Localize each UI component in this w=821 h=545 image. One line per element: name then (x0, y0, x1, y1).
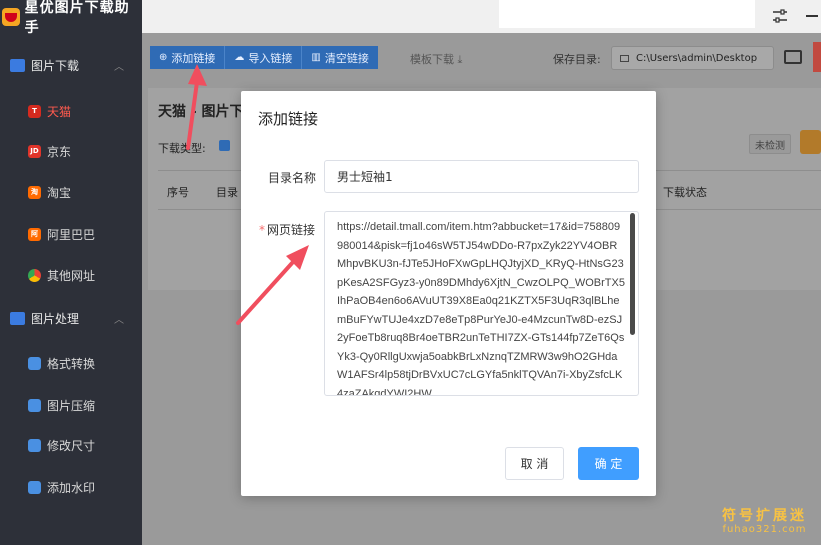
template-download-link[interactable]: 模板下载 ⤓ (410, 51, 462, 67)
clear-link-button[interactable]: ▥ 清空链接 (302, 46, 378, 69)
url-textarea[interactable]: https://detail.tmall.com/item.htm?abbuck… (324, 211, 639, 396)
dir-name-label: 目录名称 (268, 171, 317, 185)
add-link-label: 添加链接 (171, 51, 216, 65)
site-watermark: 符号扩展迷 fuhao321.com (722, 505, 807, 535)
folder-open-icon[interactable] (784, 50, 802, 64)
taobao-icon: 淘 (28, 185, 41, 199)
jd-icon: JD (28, 144, 41, 158)
tmall-icon: T (28, 104, 41, 118)
required-mark: * (259, 223, 265, 237)
status-badge: 未检测 (749, 134, 791, 154)
clear-link-label: 清空链接 (324, 51, 369, 65)
sidebar-item-label: 淘宝 (47, 185, 72, 200)
sidebar-item-label: 其他网址 (47, 268, 96, 283)
dir-name-input[interactable]: 男士短袖1 (324, 160, 639, 193)
confirm-button[interactable]: 确 定 (578, 447, 639, 480)
url-label: * 网页链接 (259, 221, 315, 238)
download-type-checkbox[interactable] (219, 140, 230, 151)
sidebar-item-label: 天猫 (47, 104, 72, 119)
nav-group-label: 图片下载 (31, 58, 80, 73)
watermark-icon (28, 480, 41, 494)
chevron-up-icon: ︿ (114, 314, 124, 326)
sidebar-item-label: 修改尺寸 (47, 438, 96, 453)
save-dir-value: C:\Users\admin\Desktop (636, 52, 758, 64)
watermark-en: fuhao321.com (722, 524, 807, 535)
sidebar-item-label: 添加水印 (47, 480, 96, 495)
add-link-dialog: 添加链接 目录名称 男士短袖1 * 网页链接 https://detail.tma… (241, 91, 656, 496)
sidebar-item-other-url[interactable]: 其他网址 (0, 262, 142, 288)
save-dir-field[interactable]: C:\Users\admin\Desktop (611, 46, 774, 70)
image-download-icon (10, 58, 25, 72)
cancel-button[interactable]: 取 消 (505, 447, 564, 480)
sidebar-item-alibaba[interactable]: 阿 阿里巴巴 (0, 221, 142, 247)
cloud-upload-icon: ☁ (234, 52, 245, 63)
import-link-button[interactable]: ☁ 导入链接 (225, 46, 303, 69)
template-download-label: 模板下载 (410, 53, 454, 66)
image-process-icon (10, 311, 25, 325)
add-link-button[interactable]: ⊕ 添加链接 (150, 46, 226, 69)
sidebar-item-format-convert[interactable]: 格式转换 (0, 350, 142, 376)
sidebar-item-label: 格式转换 (47, 356, 96, 371)
sidebar: 星优图片下载助手 图片下载 ︿ T 天猫 JD 京东 淘 淘宝 阿 阿里巴巴 其… (0, 0, 142, 545)
import-link-label: 导入链接 (248, 51, 293, 65)
dialog-title: 添加链接 (258, 110, 319, 128)
sidebar-item-label: 图片压缩 (47, 398, 96, 413)
sidebar-item-jd[interactable]: JD 京东 (0, 138, 142, 164)
resize-icon (28, 438, 41, 452)
textarea-scrollbar[interactable] (630, 213, 635, 335)
minimize-icon[interactable] (806, 15, 818, 17)
alibaba-icon: 阿 (28, 227, 41, 241)
app-name: 星优图片下载助手 (24, 0, 130, 36)
sidebar-item-watermark[interactable]: 添加水印 (0, 474, 142, 500)
chrome-icon (28, 268, 41, 282)
url-value: https://detail.tmall.com/item.htm?abbuck… (337, 221, 625, 396)
start-download-button[interactable] (813, 42, 821, 72)
nav-group-image-process[interactable]: 图片处理 ︿ (0, 306, 142, 330)
url-label-text: 网页链接 (267, 223, 316, 237)
sidebar-item-resize[interactable]: 修改尺寸 (0, 432, 142, 458)
nav-group-image-download[interactable]: 图片下载 ︿ (0, 53, 142, 77)
folder-small-icon (620, 54, 629, 62)
toolbar: ⊕ 添加链接 ☁ 导入链接 ▥ 清空链接 (150, 46, 378, 69)
sidebar-item-label: 阿里巴巴 (47, 227, 96, 242)
sidebar-item-taobao[interactable]: 淘 淘宝 (0, 179, 142, 205)
save-dir-label: 保存目录: (553, 53, 601, 66)
dir-name-value: 男士短袖1 (337, 170, 393, 184)
plus-circle-icon: ⊕ (159, 52, 168, 63)
detect-button[interactable] (800, 130, 821, 154)
col-index-header: 序号 (167, 186, 189, 199)
compress-icon (28, 398, 41, 412)
col-dir-header: 目录 (216, 186, 238, 199)
watermark-cn: 符号扩展迷 (722, 508, 807, 524)
title-bar-blank-area (499, 0, 755, 28)
sidebar-item-tmall[interactable]: T 天猫 (0, 98, 142, 124)
app-title-bar: 星优图片下载助手 (0, 0, 142, 36)
col-status-header: 下载状态 (663, 186, 707, 199)
settings-sliders-icon[interactable] (772, 9, 788, 23)
app-logo-icon (2, 8, 20, 26)
download-type-label: 下载类型: (158, 142, 206, 155)
trash-icon: ▥ (311, 52, 321, 63)
format-convert-icon (28, 356, 41, 370)
content-title: 天猫 - 图片下 (158, 104, 244, 120)
sidebar-item-label: 京东 (47, 144, 72, 159)
nav-group-label: 图片处理 (31, 311, 80, 326)
chevron-up-icon: ︿ (114, 61, 124, 73)
sidebar-item-compress[interactable]: 图片压缩 (0, 392, 142, 418)
